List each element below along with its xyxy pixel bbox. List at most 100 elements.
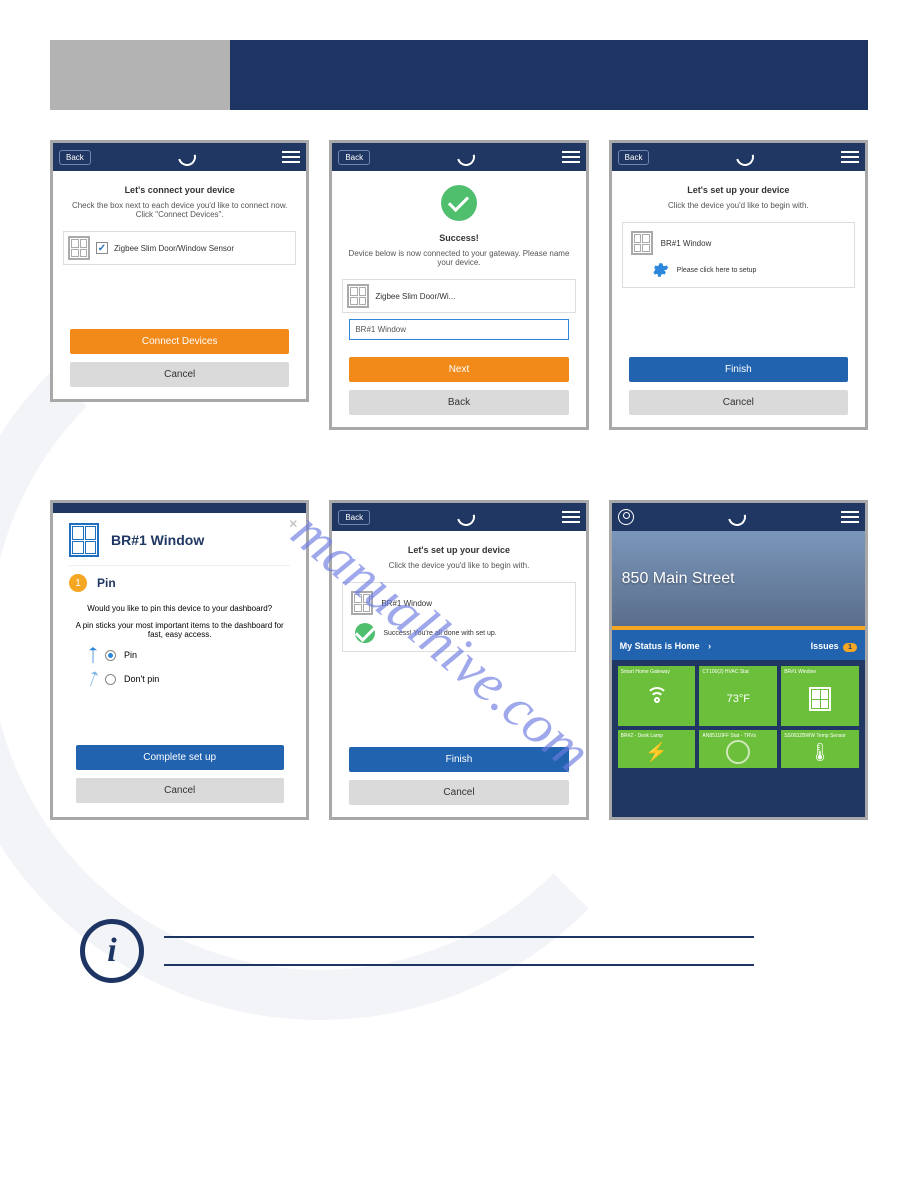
- menu-icon[interactable]: [562, 511, 580, 523]
- device-label: BR#1 Window: [661, 239, 712, 248]
- device-checkbox[interactable]: ✓: [96, 242, 108, 254]
- screenshots-row-1: Back Let's connect your device Check the…: [50, 140, 868, 430]
- screenshot-setup-device: Back Let's set up your device Click the …: [609, 140, 868, 430]
- window-icon: [347, 284, 369, 308]
- screenshot-setup-done: Back Let's set up your device Click the …: [329, 500, 588, 820]
- info-callout: i: [50, 910, 868, 992]
- screen-subtitle: Check the box next to each device you'd …: [63, 201, 296, 219]
- back-button-secondary[interactable]: Back: [349, 390, 568, 415]
- menu-icon[interactable]: [841, 151, 859, 163]
- screen-subtitle: Click the device you'd like to begin wit…: [342, 561, 575, 570]
- header-grey-block: [50, 40, 230, 110]
- tile-window[interactable]: BR#1 Window: [781, 666, 859, 726]
- issues-label: Issues: [811, 641, 839, 651]
- device-label: Zigbee Slim Door/Window Sensor: [114, 244, 234, 253]
- app-header: Back: [53, 143, 306, 171]
- pin-question-1: Would you like to pin this device to you…: [69, 604, 290, 613]
- device-done-card: BR#1 Window Success! You're all done wit…: [342, 582, 575, 652]
- tile-trv[interactable]: AN85110FF Stat - TRVs: [699, 730, 777, 768]
- step-title: Pin: [97, 576, 116, 590]
- finish-button[interactable]: Finish: [349, 747, 568, 772]
- chevron-right-icon: ›: [708, 641, 711, 651]
- cancel-button[interactable]: Cancel: [76, 778, 284, 803]
- dashboard-hero: 850 Main Street: [612, 531, 865, 626]
- screenshot-connect-device: Back Let's connect your device Check the…: [50, 140, 309, 402]
- device-label: Zigbee Slim Door/Wi...: [375, 292, 455, 301]
- unpin-icon: [87, 670, 100, 688]
- dont-pin-option[interactable]: Don't pin: [89, 671, 290, 687]
- menu-icon[interactable]: [282, 151, 300, 163]
- window-icon: [68, 236, 90, 260]
- app-logo-icon: [454, 145, 479, 170]
- app-header: Back: [612, 143, 865, 171]
- screen-title: Let's set up your device: [342, 545, 575, 555]
- screen-subtitle: Device below is now connected to your ga…: [342, 249, 575, 267]
- gear-icon: [651, 261, 669, 279]
- cancel-button[interactable]: Cancel: [629, 390, 848, 415]
- cancel-button[interactable]: Cancel: [349, 780, 568, 805]
- setup-hint: Please click here to setup: [677, 267, 757, 274]
- window-icon: [631, 231, 653, 255]
- divider: [164, 964, 754, 966]
- success-check-icon: [355, 623, 375, 643]
- pin-option[interactable]: Pin: [89, 647, 290, 663]
- issues-count-badge: 1: [843, 643, 857, 652]
- screen-subtitle: Click the device you'd like to begin wit…: [622, 201, 855, 210]
- app-logo-icon: [174, 145, 199, 170]
- screen-title: Let's set up your device: [622, 185, 855, 195]
- tile-lamp[interactable]: BR#2 - Desk Lamp ⚡: [618, 730, 696, 768]
- back-button[interactable]: Back: [338, 510, 370, 525]
- header-navy-block: [230, 40, 868, 110]
- success-msg: Success! You're all done with set up.: [383, 630, 496, 637]
- app-header: Back: [332, 503, 585, 531]
- tile-value: 73°F: [702, 675, 774, 723]
- radio-dont-pin[interactable]: [105, 674, 116, 685]
- tile-gateway[interactable]: Smart Home Gateway: [618, 666, 696, 726]
- status-bar[interactable]: My Status is Home › Issues 1: [612, 630, 865, 660]
- device-setup-card[interactable]: BR#1 Window Please click here to setup: [622, 222, 855, 288]
- tile-temp[interactable]: SS003ZBWW Temp Sensor 🌡: [781, 730, 859, 768]
- back-button[interactable]: Back: [618, 150, 650, 165]
- finish-button[interactable]: Finish: [629, 357, 848, 382]
- close-icon[interactable]: ✕: [288, 517, 298, 531]
- app-logo-icon: [454, 505, 479, 530]
- tile-hvac[interactable]: CT100(2) HVAC Stat 73°F: [699, 666, 777, 726]
- connect-devices-button[interactable]: Connect Devices: [70, 329, 289, 354]
- page-header-bar: [50, 40, 868, 110]
- screenshot-success-name: Back Success! Device below is now connec…: [329, 140, 588, 430]
- app-logo-icon: [725, 505, 750, 530]
- app-logo-icon: [733, 145, 758, 170]
- menu-icon[interactable]: [841, 511, 859, 523]
- pin-option-label: Pin: [124, 650, 137, 660]
- pin-icon: [89, 647, 97, 663]
- window-icon: [809, 687, 831, 711]
- screenshot-pin-modal: ✕ BR#1 Window 1 Pin Would you like to pi…: [50, 500, 309, 820]
- success-check-icon: [441, 185, 477, 221]
- device-row[interactable]: ✓ Zigbee Slim Door/Window Sensor: [63, 231, 296, 265]
- status-text: My Status is Home: [620, 641, 700, 651]
- radio-pin[interactable]: [105, 650, 116, 661]
- complete-setup-button[interactable]: Complete set up: [76, 745, 284, 770]
- window-icon: [351, 591, 373, 615]
- thermometer-icon: 🌡: [784, 739, 856, 765]
- back-button[interactable]: Back: [59, 150, 91, 165]
- success-title: Success!: [342, 233, 575, 243]
- modal-backdrop-hint: [53, 503, 306, 513]
- next-button[interactable]: Next: [349, 357, 568, 382]
- modal-title: BR#1 Window: [111, 532, 204, 548]
- power-icon: [726, 740, 750, 764]
- dashboard-tiles: Smart Home Gateway CT100(2) HVAC Stat 73…: [612, 660, 865, 817]
- menu-icon[interactable]: [562, 151, 580, 163]
- app-header: Back: [332, 143, 585, 171]
- back-button[interactable]: Back: [338, 150, 370, 165]
- dont-pin-option-label: Don't pin: [124, 674, 159, 684]
- window-icon: [69, 523, 99, 557]
- device-name-input[interactable]: BR#1 Window: [349, 319, 568, 340]
- divider: [164, 936, 754, 938]
- screen-title: Let's connect your device: [63, 185, 296, 195]
- app-header: [612, 503, 865, 531]
- dashboard-address: 850 Main Street: [622, 570, 735, 588]
- cancel-button[interactable]: Cancel: [70, 362, 289, 387]
- wifi-icon: [645, 687, 669, 711]
- profile-icon[interactable]: [618, 509, 634, 525]
